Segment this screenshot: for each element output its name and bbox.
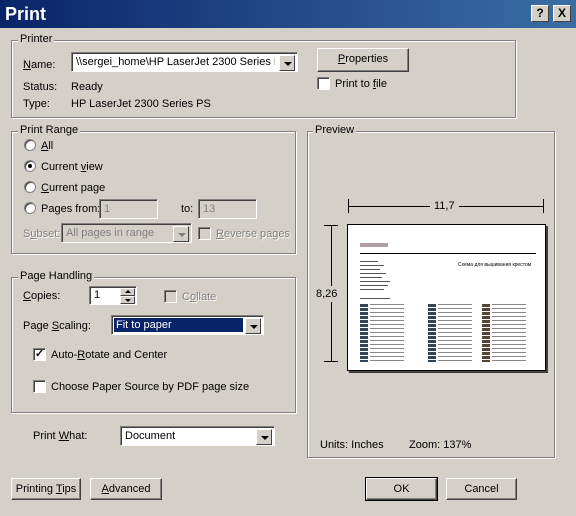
pages-to-input[interactable]: 13 [198, 199, 257, 219]
zoom-text: Zoom: 137% [409, 439, 472, 451]
thumbnail-logo [360, 243, 388, 247]
printing-tips-button[interactable]: Printing Tips [11, 478, 81, 500]
collate-checkbox[interactable] [164, 290, 177, 303]
reverse-pages-checkbox[interactable] [198, 227, 211, 240]
choose-paper-checkbox[interactable] [33, 380, 46, 393]
pages-to-label: to: [181, 203, 194, 215]
width-dimension-tick-right [543, 199, 544, 213]
range-current-view-radio[interactable] [24, 160, 36, 172]
pages-to-value: 13 [203, 203, 216, 215]
thumbnail-rule [360, 253, 536, 254]
close-button[interactable]: X [553, 5, 571, 22]
print-to-file-label: Print to file [335, 78, 387, 90]
advanced-button[interactable]: Advanced [90, 478, 162, 500]
subset-value: All pages in range [66, 227, 155, 239]
print-range-group-label: Print Range [18, 124, 81, 137]
height-dimension-tick-top [324, 225, 338, 226]
width-dimension-tick-left [348, 199, 349, 213]
spin-down-icon[interactable] [120, 296, 135, 304]
height-dimension-tick-bottom [324, 361, 338, 362]
height-dimension-label: 8,26 [316, 286, 338, 302]
range-all-radio[interactable] [24, 139, 36, 151]
type-label: Type: [23, 98, 50, 110]
page-scaling-dropdown[interactable]: Fit to paper [111, 315, 264, 335]
printer-name-label: Name: [23, 59, 56, 71]
page-preview-thumbnail: Схема для вышивания крестом [347, 224, 546, 371]
help-button[interactable]: ? [531, 5, 549, 22]
chevron-down-icon[interactable] [256, 429, 272, 445]
copies-value: 1 [94, 289, 101, 301]
range-current-page-radio[interactable] [24, 181, 36, 193]
range-all-label: All [41, 140, 54, 152]
type-value: HP LaserJet 2300 Series PS [71, 98, 211, 110]
page-scaling-value: Fit to paper [116, 319, 172, 331]
status-value: Ready [71, 81, 103, 93]
auto-rotate-checkbox[interactable]: ✓ [33, 348, 46, 361]
range-pages-radio[interactable] [24, 202, 36, 214]
ok-button[interactable]: OK [365, 477, 438, 501]
preview-group-label: Preview [313, 124, 357, 137]
pages-from-input[interactable]: 1 [99, 199, 158, 219]
properties-button[interactable]: Properties [317, 48, 409, 72]
printer-name-dropdown[interactable]: \\sergei_home\HP LaserJet 2300 Series PS [71, 52, 298, 72]
chevron-down-icon[interactable] [279, 55, 295, 71]
subset-dropdown[interactable]: All pages in range [61, 223, 192, 243]
copies-input[interactable]: 1 [89, 286, 137, 305]
window-title: Print [5, 4, 47, 24]
chevron-down-icon[interactable] [173, 226, 189, 242]
title-bar: Print ? X [0, 0, 576, 28]
choose-paper-label: Choose Paper Source by PDF page size [51, 381, 250, 393]
status-label: Status: [23, 81, 58, 93]
range-current-page-label: Current page [41, 182, 106, 194]
printer-group-label: Printer [18, 33, 55, 46]
range-current-view-label: Current view [41, 161, 103, 173]
auto-rotate-label: Auto-Rotate and Center [51, 349, 168, 361]
cancel-button[interactable]: Cancel [446, 478, 517, 500]
print-what-label: Print What: [33, 430, 88, 442]
print-what-value: Document [125, 430, 176, 442]
print-to-file-checkbox[interactable] [317, 77, 330, 90]
range-pages-label: Pages from: [41, 203, 101, 215]
print-what-dropdown[interactable]: Document [120, 426, 275, 446]
collate-label: Collate [182, 291, 217, 303]
copies-label: Copies: [23, 290, 61, 302]
printer-name-value: \\sergei_home\HP LaserJet 2300 Series PS [76, 56, 275, 68]
width-dimension-label: 11,7 [430, 199, 459, 213]
units-text: Units: Inches [320, 439, 384, 451]
reverse-pages-label: Reverse pages [216, 228, 290, 240]
thumbnail-heading: Схема для вышивания крестом [458, 262, 532, 268]
spin-up-icon[interactable] [120, 288, 135, 296]
page-scaling-label: Page Scaling: [23, 320, 91, 332]
subset-label: Subset: [23, 228, 61, 240]
pages-from-value: 1 [104, 203, 111, 215]
page-handling-group-label: Page Handling [18, 270, 95, 283]
chevron-down-icon[interactable] [245, 318, 261, 334]
